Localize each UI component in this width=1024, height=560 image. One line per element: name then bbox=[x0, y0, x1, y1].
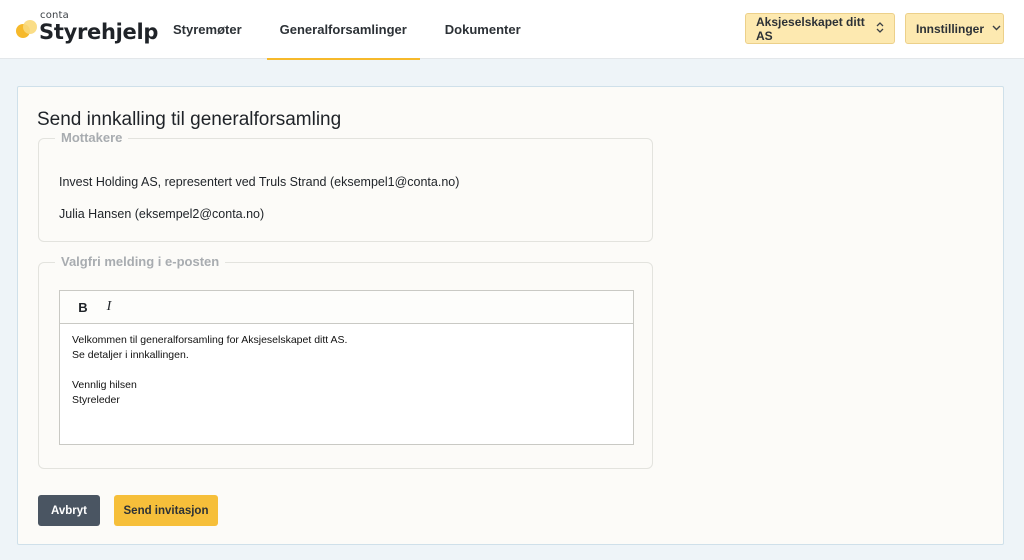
brand-name: Styrehjelp bbox=[39, 20, 159, 44]
message-fieldset: Valgfri melding i e-posten B I Velkommen… bbox=[38, 254, 653, 469]
editor-toolbar: B I bbox=[60, 291, 633, 324]
nav-item-dokumenter[interactable]: Dokumenter bbox=[432, 0, 534, 59]
chevron-down-icon bbox=[992, 23, 1001, 34]
cancel-button[interactable]: Avbryt bbox=[38, 495, 100, 526]
send-invitation-button[interactable]: Send invitasjon bbox=[114, 495, 218, 526]
nav-item-styremoter[interactable]: Styremøter bbox=[160, 0, 255, 59]
message-line: Vennlig hilsen bbox=[72, 379, 137, 391]
company-select-label: Aksjeselskapet ditt AS bbox=[756, 14, 865, 43]
message-textarea[interactable]: Velkommen til generalforsamling for Aksj… bbox=[60, 324, 633, 417]
conta-styrehjelp-logo[interactable]: conta Styrehjelp bbox=[16, 10, 158, 50]
rich-text-editor: B I Velkommen til generalforsamling for … bbox=[59, 290, 634, 445]
updown-chevron-icon bbox=[876, 21, 884, 36]
message-line: Styreleder bbox=[72, 394, 120, 406]
recipient-item: Invest Holding AS, representert ved Trul… bbox=[59, 175, 460, 189]
nav-item-generalforsamlinger[interactable]: Generalforsamlinger bbox=[266, 0, 420, 60]
company-select-button[interactable]: Aksjeselskapet ditt AS bbox=[745, 13, 895, 44]
bold-button[interactable]: B bbox=[72, 296, 94, 318]
recipients-legend: Mottakere bbox=[55, 130, 129, 145]
top-navigation-bar: conta Styrehjelp Styremøter Generalforsa… bbox=[0, 0, 1024, 60]
invitation-card: Send innkalling til generalforsamling Mo… bbox=[17, 86, 1004, 545]
settings-menu-button[interactable]: Innstillinger bbox=[905, 13, 1004, 44]
message-line: Velkommen til generalforsamling for Aksj… bbox=[72, 334, 348, 346]
recipient-item: Julia Hansen (eksempel2@conta.no) bbox=[59, 207, 265, 221]
message-legend: Valgfri melding i e-posten bbox=[55, 254, 226, 269]
italic-button[interactable]: I bbox=[98, 296, 120, 318]
main-nav: Styremøter Generalforsamlinger Dokumente… bbox=[160, 0, 546, 60]
recipients-fieldset: Mottakere Invest Holding AS, representer… bbox=[38, 130, 653, 242]
logo-mark-icon bbox=[16, 20, 38, 42]
message-line: Se detaljer i innkallingen. bbox=[72, 349, 189, 361]
page-title: Send innkalling til generalforsamling bbox=[37, 109, 342, 130]
settings-menu-label: Innstillinger bbox=[916, 21, 985, 36]
